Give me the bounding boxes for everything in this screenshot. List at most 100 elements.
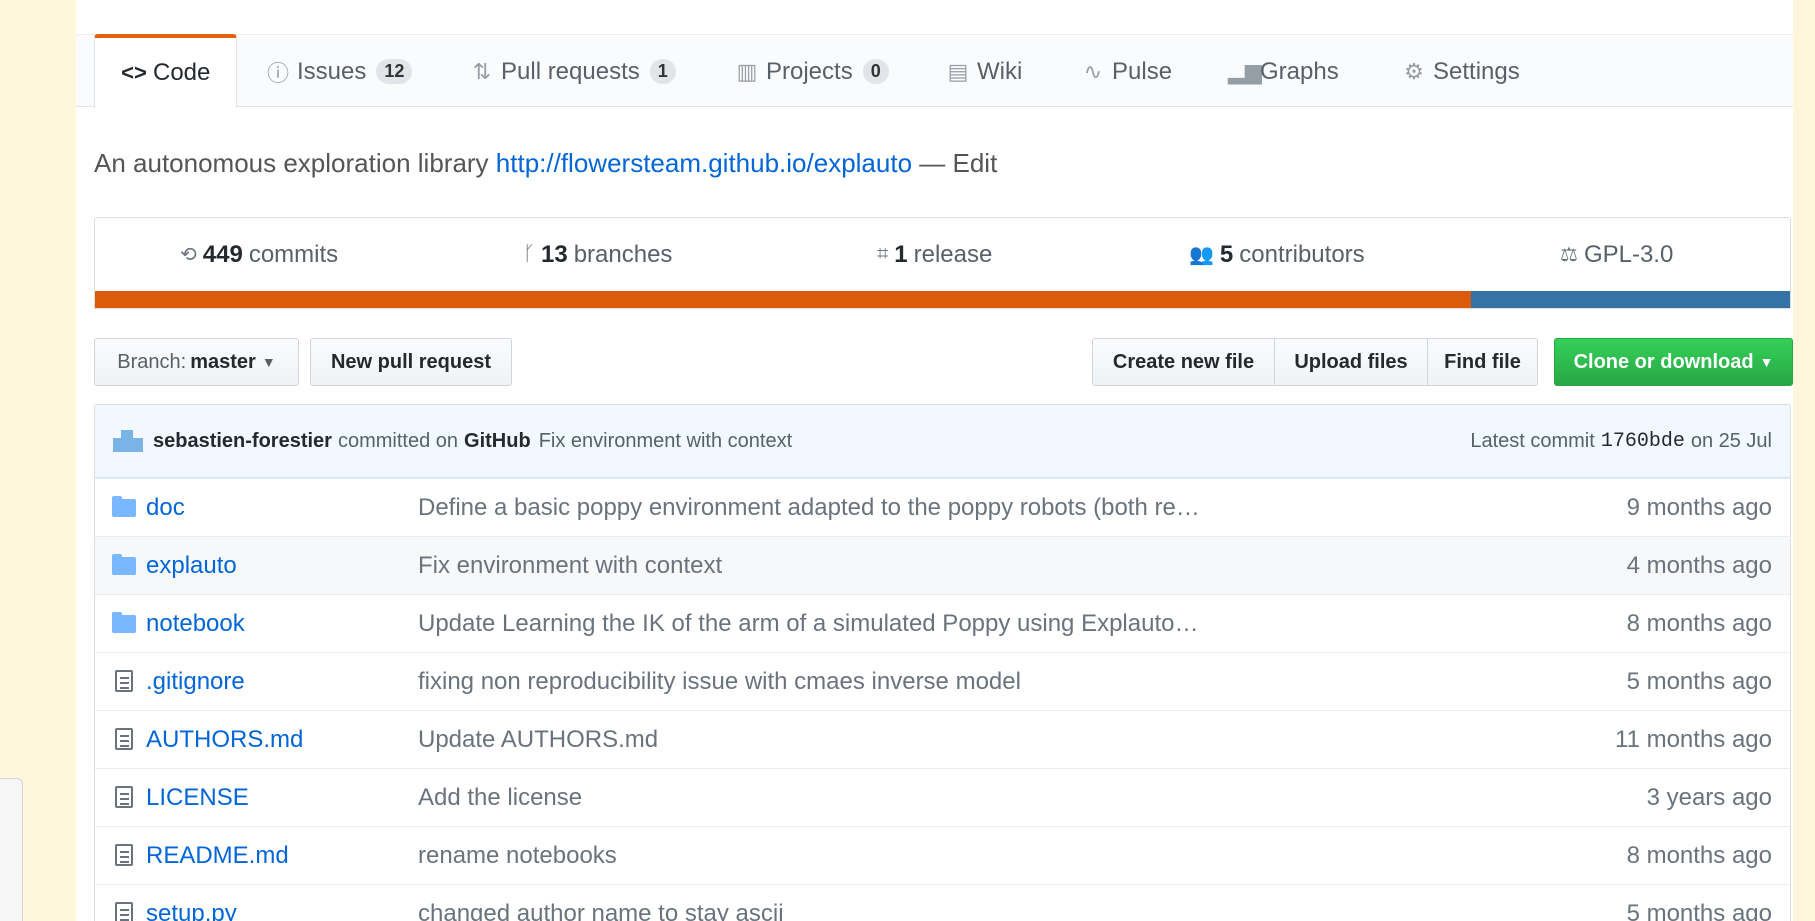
edit-description-link[interactable]: — Edit [919, 148, 997, 178]
license-link[interactable]: ⚖ GPL-3.0 [1560, 218, 1673, 291]
contributors-label: contributors [1239, 240, 1365, 268]
folder-icon [111, 494, 137, 522]
file-commit-message-link[interactable]: Update AUTHORS.md [418, 726, 658, 754]
file-age: 8 months ago [1626, 609, 1772, 637]
numbers-summary: ⟲ 449 commits ᚴ 13 branches ⌗ 1 release … [94, 217, 1791, 309]
file-row: doc Define a basic poppy environment adap… [95, 478, 1790, 536]
branch-icon: ᚴ [523, 243, 535, 265]
file-commit-message-link[interactable]: Update Learning the IK of the arm of a s… [418, 610, 1198, 638]
language-bar[interactable] [95, 291, 1790, 308]
history-icon: ⟲ [180, 244, 197, 266]
file-age: 3 years ago [1646, 783, 1772, 811]
file-name-link[interactable]: setup.py [146, 900, 237, 921]
issue-icon: ⓘ [266, 60, 289, 86]
tab-pulse[interactable]: ∿ Pulse [1080, 35, 1172, 108]
file-commit-message-link[interactable]: fixing non reproducibility issue with cm… [418, 668, 1021, 696]
file-icon [111, 899, 137, 921]
file-commit-message-link[interactable]: Fix environment with context [418, 552, 722, 580]
repository-page: <> Code ⓘ Issues 12 ⇅ Pull requests 1 ▥ … [76, 0, 1793, 921]
tab-wiki[interactable]: ▤ Wiki [945, 35, 1023, 108]
file-row: LICENSE Add the license 3 years ago [95, 768, 1790, 826]
people-icon: 👥 [1189, 244, 1214, 266]
file-icon [111, 783, 137, 812]
pull-request-icon: ⇅ [472, 58, 492, 84]
file-name-link[interactable]: AUTHORS.md [146, 726, 303, 754]
book-icon: ▤ [947, 58, 969, 84]
file-commit-message-link[interactable]: rename notebooks [418, 842, 617, 870]
tag-icon: ⌗ [877, 243, 889, 265]
file-commit-message-link[interactable]: Add the license [418, 784, 582, 812]
file-age: 5 months ago [1626, 899, 1772, 921]
tab-label: Code [153, 59, 211, 86]
repo-nav: <> Code ⓘ Issues 12 ⇅ Pull requests 1 ▥ … [76, 34, 1793, 108]
code-icon: <> [121, 60, 147, 85]
clone-or-download-button[interactable]: Clone or download ▼ [1554, 338, 1793, 386]
commit-sha-link[interactable]: 1760bde [1601, 430, 1685, 453]
side-panel [0, 778, 23, 921]
language-segment [1471, 291, 1790, 308]
tab-pull-requests[interactable]: ⇅ Pull requests 1 [469, 35, 676, 108]
branches-label: branches [573, 240, 673, 268]
commit-date: on 25 Jul [1690, 430, 1772, 452]
file-name-link[interactable]: README.md [146, 842, 289, 870]
latest-commit-prefix: Latest commit [1470, 430, 1595, 452]
latest-commit-bar: sebastien-forestier committed on GitHub … [95, 405, 1790, 478]
releases-link[interactable]: ⌗ 1 release [877, 218, 992, 291]
file-age: 8 months ago [1626, 841, 1772, 869]
tab-label: Issues [297, 57, 367, 85]
file-icon [111, 667, 137, 696]
file-commit-message-link[interactable]: Define a basic poppy environment adapted… [418, 494, 1200, 522]
find-file-button[interactable]: Find file [1427, 338, 1538, 386]
graph-icon: ▂▆ [1228, 58, 1262, 84]
tab-issues[interactable]: ⓘ Issues 12 [265, 35, 413, 108]
license-label: GPL-3.0 [1583, 240, 1674, 268]
tab-code[interactable]: <> Code [94, 34, 238, 108]
file-age: 9 months ago [1626, 493, 1772, 521]
file-age: 11 months ago [1615, 725, 1772, 753]
committed-on-text: committed on [337, 429, 459, 452]
file-commit-message-link[interactable]: changed author name to stay ascii [418, 900, 784, 921]
commit-message-link[interactable]: Fix environment with context [539, 430, 792, 453]
caret-down-icon: ▼ [261, 354, 276, 370]
file-row: AUTHORS.md Update AUTHORS.md 11 months ago [95, 710, 1790, 768]
file-name-link[interactable]: explauto [146, 552, 237, 580]
contributors-count: 5 [1219, 240, 1234, 268]
tab-label: Pull requests [501, 57, 640, 85]
counter-badge: 12 [376, 59, 413, 84]
commit-author-link[interactable]: sebastien-forestier [153, 430, 332, 453]
branch-prefix: Branch: [117, 350, 187, 373]
folder-icon [111, 610, 137, 638]
file-name-link[interactable]: .gitignore [146, 668, 245, 696]
file-row: README.md rename notebooks 8 months ago [95, 826, 1790, 884]
counter-badge: 0 [862, 59, 889, 84]
tab-settings[interactable]: ⚙ Settings [1401, 35, 1520, 108]
commits-link[interactable]: ⟲ 449 commits [180, 218, 338, 291]
file-age: 5 months ago [1626, 667, 1772, 695]
create-new-file-button[interactable]: Create new file [1092, 338, 1275, 386]
file-age: 4 months ago [1626, 551, 1772, 579]
clone-label: Clone or download [1573, 350, 1754, 373]
commits-label: commits [248, 240, 339, 268]
tab-projects[interactable]: ▥ Projects 0 [734, 35, 889, 108]
file-name-link[interactable]: LICENSE [146, 784, 249, 812]
repo-description: An autonomous exploration library http:/… [94, 148, 997, 179]
file-row: notebook Update Learning the IK of the ar… [95, 594, 1790, 652]
contributors-link[interactable]: 👥 5 contributors [1189, 218, 1365, 291]
file-name-link[interactable]: notebook [146, 610, 245, 638]
new-pull-request-button[interactable]: New pull request [310, 338, 512, 386]
tab-label: Projects [766, 57, 853, 85]
language-segment [95, 291, 1472, 308]
tab-graphs[interactable]: ▂▆ Graphs [1228, 35, 1339, 108]
branches-link[interactable]: ᚴ 13 branches [523, 218, 672, 291]
homepage-link[interactable]: http://flowersteam.github.io/explauto [496, 148, 912, 178]
pulse-icon: ∿ [1083, 58, 1103, 84]
tab-label: Wiki [977, 57, 1023, 85]
avatar[interactable] [113, 430, 143, 452]
upload-files-button[interactable]: Upload files [1274, 338, 1428, 386]
file-row: explauto Fix environment with context 4 mo… [95, 536, 1790, 594]
commits-count: 449 [202, 240, 243, 268]
branch-select-button[interactable]: Branch: master ▼ [94, 338, 299, 386]
committer-platform: GitHub [464, 429, 531, 452]
tab-label: Settings [1433, 57, 1520, 85]
file-name-link[interactable]: doc [146, 494, 185, 522]
